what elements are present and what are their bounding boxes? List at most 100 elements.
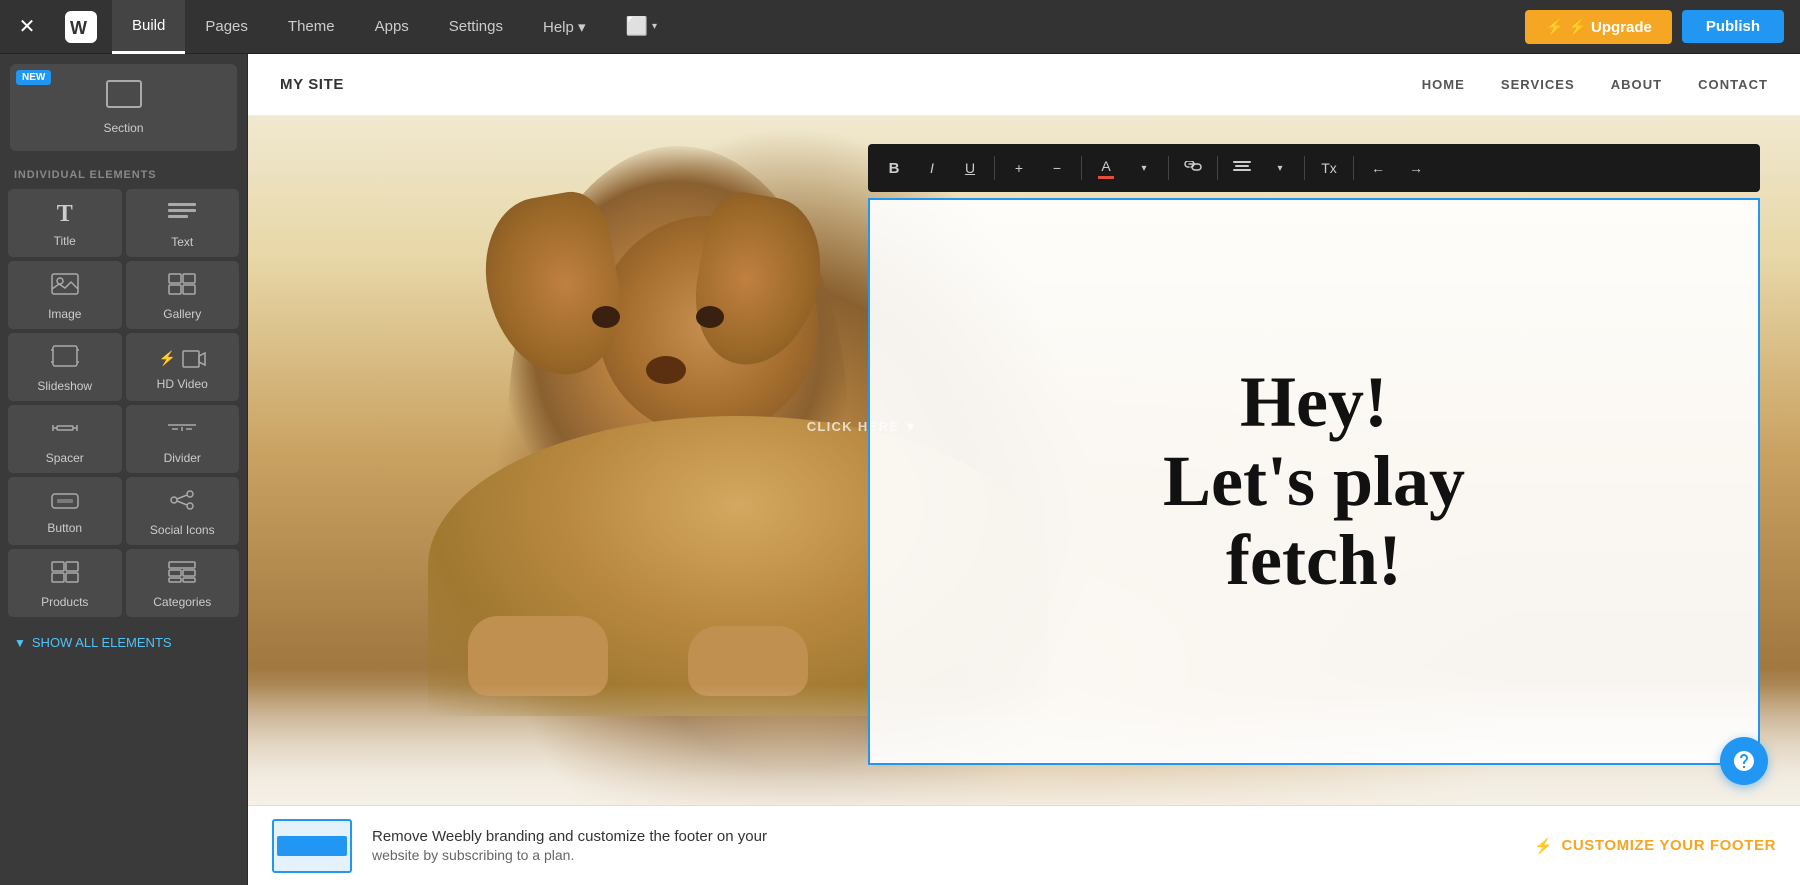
elements-grid: T Title Text: [0, 185, 247, 625]
nav-item-home[interactable]: HOME: [1422, 77, 1465, 92]
sidebar-element-divider[interactable]: Divider: [126, 405, 240, 473]
text-content-box[interactable]: Hey! Let's play fetch!: [868, 198, 1760, 765]
footer-banner: Remove Weebly branding and customize the…: [248, 805, 1800, 885]
toolbar-divider-2: [1081, 156, 1082, 180]
sidebar-section-card[interactable]: NEW Section: [10, 64, 237, 151]
tab-pages[interactable]: Pages: [185, 0, 268, 54]
chevron-down-icon: ▾: [652, 21, 657, 32]
toolbar-add-button[interactable]: +: [1001, 150, 1037, 186]
hero-section: CLICK HERE ▼ B I U + − A ▾: [248, 116, 1800, 805]
hd-video-icon: ⚡: [158, 345, 206, 371]
nav-item-about[interactable]: ABOUT: [1611, 77, 1662, 92]
nav-item-contact[interactable]: CONTACT: [1698, 77, 1768, 92]
site-header: MY SITE HOME SERVICES ABOUT CONTACT: [248, 54, 1800, 116]
svg-text:W: W: [70, 18, 87, 38]
text-label: Text: [171, 235, 193, 249]
sidebar-element-categories[interactable]: Categories: [126, 549, 240, 617]
footer-sub-text: website by subscribing to a plan.: [372, 847, 1514, 863]
site-logo: MY SITE: [280, 76, 344, 93]
spacer-icon: [51, 417, 79, 445]
nav-item-services[interactable]: SERVICES: [1501, 77, 1575, 92]
toolbar-divider-1: [994, 156, 995, 180]
site-nav: HOME SERVICES ABOUT CONTACT: [1422, 77, 1768, 92]
help-fab-button[interactable]: [1720, 737, 1768, 785]
canvas: MY SITE HOME SERVICES ABOUT CONTACT: [248, 54, 1800, 885]
sidebar-element-social-icons[interactable]: Social Icons: [126, 477, 240, 545]
hd-video-label: HD Video: [157, 377, 208, 391]
button-label: Button: [47, 521, 82, 535]
tab-device[interactable]: ⬜ ▾: [606, 0, 677, 54]
lightning-icon: ⚡: [1534, 837, 1553, 855]
upgrade-button[interactable]: ⚡ ⚡ Upgrade: [1525, 10, 1671, 44]
categories-label: Categories: [153, 595, 211, 609]
sidebar-element-button[interactable]: Button: [8, 477, 122, 545]
sidebar-element-title[interactable]: T Title: [8, 189, 122, 257]
lightning-icon: ⚡: [1545, 18, 1564, 36]
chevron-down-icon: ▾: [1277, 163, 1282, 174]
sidebar-element-products[interactable]: Products: [8, 549, 122, 617]
image-label: Image: [48, 307, 81, 321]
divider-icon: [168, 417, 196, 445]
products-label: Products: [41, 595, 88, 609]
footer-preview: [272, 819, 352, 873]
color-indicator: [1098, 176, 1114, 179]
sidebar-element-image[interactable]: Image: [8, 261, 122, 329]
tab-build[interactable]: Build: [112, 0, 185, 54]
toolbar-tx-button[interactable]: Tx: [1311, 150, 1347, 186]
sidebar-group-label: INDIVIDUAL ELEMENTS: [0, 161, 247, 185]
tab-apps[interactable]: Apps: [355, 0, 429, 54]
social-icons-icon: [168, 489, 196, 517]
tab-theme[interactable]: Theme: [268, 0, 355, 54]
sidebar-element-gallery[interactable]: Gallery: [126, 261, 240, 329]
toolbar-underline-button[interactable]: U: [952, 150, 988, 186]
sidebar-element-text[interactable]: Text: [126, 189, 240, 257]
new-badge: NEW: [16, 70, 51, 85]
sidebar-element-slideshow[interactable]: Slideshow: [8, 333, 122, 401]
slideshow-icon: [50, 345, 80, 373]
toolbar-color-button[interactable]: A: [1088, 150, 1124, 186]
section-label: Section: [103, 121, 143, 135]
footer-preview-inner: [277, 836, 347, 856]
toolbar-color-chevron-button[interactable]: ▾: [1126, 150, 1162, 186]
sidebar-element-hd-video[interactable]: ⚡ HD Video: [126, 333, 240, 401]
gallery-icon: [168, 273, 196, 301]
categories-icon: [168, 561, 196, 589]
toolbar-italic-button[interactable]: I: [914, 150, 950, 186]
slideshow-label: Slideshow: [37, 379, 92, 393]
device-icon: ⬜: [626, 16, 648, 37]
gallery-label: Gallery: [163, 307, 201, 321]
top-bar-right: ⚡ ⚡ Upgrade Publish: [1525, 10, 1800, 44]
weebly-logo: W: [54, 0, 108, 54]
top-bar: ✕ W Build Pages Theme Apps Settings Help…: [0, 0, 1800, 54]
show-all-elements-button[interactable]: ▼ SHOW ALL ELEMENTS: [0, 625, 247, 660]
spacer-label: Spacer: [46, 451, 84, 465]
toolbar-subtract-button[interactable]: −: [1039, 150, 1075, 186]
footer-main-text: Remove Weebly branding and customize the…: [372, 828, 1514, 845]
toolbar-divider-4: [1217, 156, 1218, 180]
text-editor-toolbar: B I U + − A ▾: [868, 144, 1760, 192]
toolbar-divider-3: [1168, 156, 1169, 180]
sidebar-element-spacer[interactable]: Spacer: [8, 405, 122, 473]
toolbar-align-chevron-button[interactable]: ▾: [1262, 150, 1298, 186]
link-icon: [1184, 160, 1202, 176]
social-icons-label: Social Icons: [150, 523, 215, 537]
sidebar: NEW Section INDIVIDUAL ELEMENTS T Title: [0, 54, 248, 885]
text-icon: [168, 201, 196, 229]
tab-help[interactable]: Help ▾: [523, 0, 606, 54]
publish-button[interactable]: Publish: [1682, 10, 1784, 43]
toolbar-undo-button[interactable]: ←: [1360, 150, 1396, 186]
toolbar-redo-button[interactable]: →: [1398, 150, 1434, 186]
hero-text: Hey! Let's play fetch!: [1163, 363, 1465, 601]
tab-settings[interactable]: Settings: [429, 0, 523, 54]
products-icon: [51, 561, 79, 589]
image-icon: [51, 273, 79, 301]
divider-label: Divider: [164, 451, 201, 465]
toolbar-bold-button[interactable]: B: [876, 150, 912, 186]
toolbar-link-button[interactable]: [1175, 150, 1211, 186]
customize-footer-button[interactable]: ⚡ CUSTOMIZE YOUR FOOTER: [1534, 837, 1776, 855]
close-button[interactable]: ✕: [0, 0, 54, 54]
title-icon: T: [57, 201, 73, 228]
toolbar-align-button[interactable]: [1224, 150, 1260, 186]
section-icon: [106, 80, 142, 115]
button-icon: [51, 489, 79, 515]
